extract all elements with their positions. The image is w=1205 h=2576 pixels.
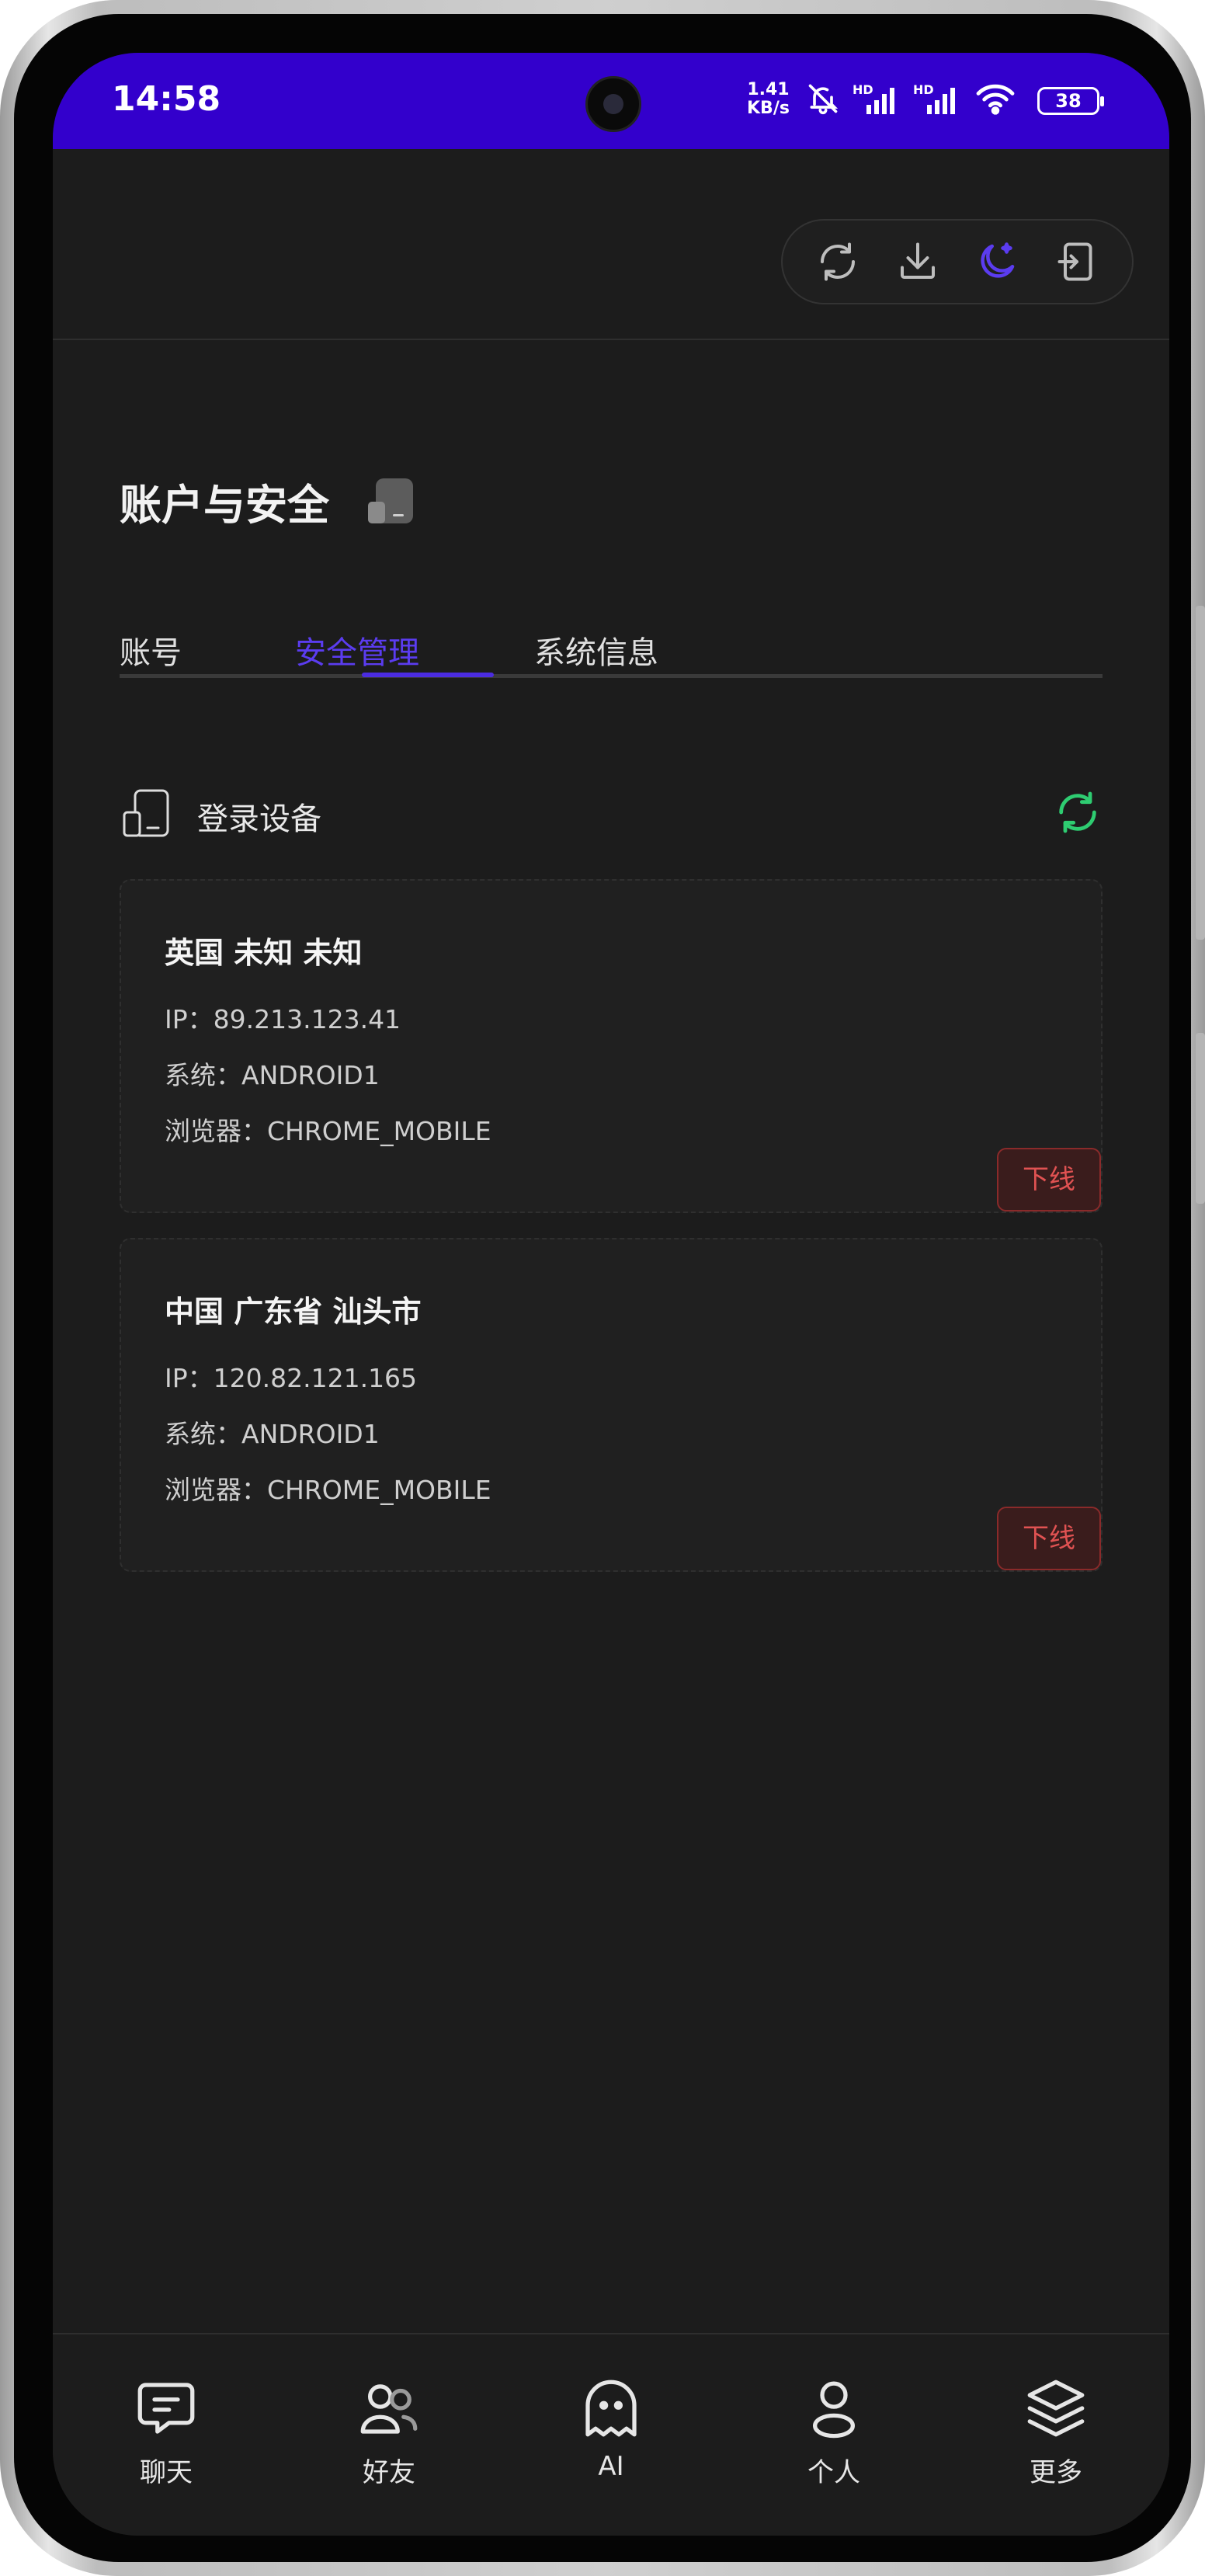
ghost-icon (585, 2380, 637, 2437)
network-speed-value: 1.41 (747, 80, 790, 99)
screen: 14:58 1.41 KB/s HD HD 38 账户与安全 账号 安全管理 系… (53, 53, 1169, 2536)
phone-bezel: 14:58 1.41 KB/s HD HD 38 账户与安全 账号 安全管理 系… (14, 14, 1191, 2562)
signal-hd-icon: HD (853, 82, 894, 114)
download-icon (900, 242, 935, 279)
power-button (1196, 606, 1205, 940)
devices-icon (123, 789, 169, 837)
refresh-devices-icon[interactable] (1053, 787, 1103, 837)
top-toolbar (53, 149, 1169, 340)
logout-icon (1057, 242, 1092, 281)
person-icon (813, 2381, 855, 2439)
device-card: 中国 广东省 汕头市 IP：120.82.121.165 系统：ANDROID1… (120, 1238, 1103, 1572)
phone-frame: 14:58 1.41 KB/s HD HD 38 账户与安全 账号 安全管理 系… (0, 0, 1205, 2576)
active-tab-indicator (362, 673, 494, 677)
signal-hd-icon: HD (913, 82, 955, 114)
svg-text:HD: HD (913, 82, 934, 97)
refresh-button[interactable] (811, 235, 865, 289)
section-title: 登录设备 (197, 801, 321, 837)
logout-button[interactable] (1050, 235, 1104, 289)
download-button[interactable] (891, 235, 945, 289)
force-offline-button[interactable]: 下线 (997, 1148, 1101, 1212)
bell-off-icon (808, 84, 839, 115)
device-browser: 浏览器：CHROME_MOBILE (165, 1116, 491, 1146)
tab-system-info[interactable]: 系统信息 (534, 627, 658, 673)
network-speed-unit: KB/s (747, 99, 790, 118)
nav-item-chat[interactable]: 聊天 (89, 2373, 244, 2489)
nav-label: 更多 (1030, 2457, 1082, 2488)
wifi-icon (976, 84, 1015, 115)
device-ip: IP：120.82.121.165 (165, 1363, 418, 1393)
force-offline-button[interactable]: 下线 (997, 1507, 1101, 1570)
status-icons: HD HD (806, 79, 1017, 118)
device-system: 系统：ANDROID1 (165, 1060, 380, 1090)
nav-label: 个人 (807, 2457, 860, 2488)
device-card: 英国 未知 未知 IP：89.213.123.41 系统：ANDROID1 浏览… (120, 879, 1103, 1213)
nav-item-ai[interactable]: AI (533, 2373, 689, 2482)
device-browser: 浏览器：CHROME_MOBILE (165, 1475, 491, 1505)
tab-security[interactable]: 安全管理 (295, 627, 419, 673)
volume-button (1196, 1033, 1205, 1204)
front-camera (585, 76, 641, 132)
nav-item-friends[interactable]: 好友 (311, 2373, 467, 2489)
nav-item-more[interactable]: 更多 (978, 2373, 1134, 2489)
login-devices-header: 登录设备 (120, 783, 1103, 839)
device-system: 系统：ANDROID1 (165, 1419, 380, 1449)
tab-bar: 账号 安全管理 系统信息 (120, 612, 1103, 678)
status-bar: 14:58 1.41 KB/s HD HD 38 (53, 53, 1169, 149)
friends-icon (360, 2384, 418, 2434)
refresh-icon (821, 242, 856, 281)
bottom-navigation: 聊天 好友 AI 个人 更多 (53, 2333, 1169, 2536)
device-location: 英国 未知 未知 (165, 936, 363, 970)
nav-item-profile[interactable]: 个人 (756, 2373, 912, 2489)
device-ip: IP：89.213.123.41 (165, 1004, 401, 1034)
nav-label: 好友 (363, 2457, 415, 2488)
moon-icon (981, 242, 1015, 278)
dark-mode-button[interactable] (970, 235, 1024, 289)
page-title: 账户与安全 (120, 481, 329, 530)
tab-account[interactable]: 账号 (120, 627, 182, 673)
device-location: 中国 广东省 汕头市 (165, 1295, 422, 1329)
battery-indicator: 38 (1037, 87, 1104, 115)
status-time: 14:58 (112, 79, 221, 119)
nav-label: AI (598, 2451, 624, 2482)
layers-icon (1027, 2380, 1085, 2437)
chat-icon (137, 2383, 195, 2434)
svg-text:HD: HD (853, 82, 873, 97)
nav-label: 聊天 (140, 2457, 193, 2488)
toolbar-pill (781, 219, 1134, 304)
network-speed: 1.41 KB/s (747, 81, 790, 118)
device-badge-icon (368, 478, 413, 523)
